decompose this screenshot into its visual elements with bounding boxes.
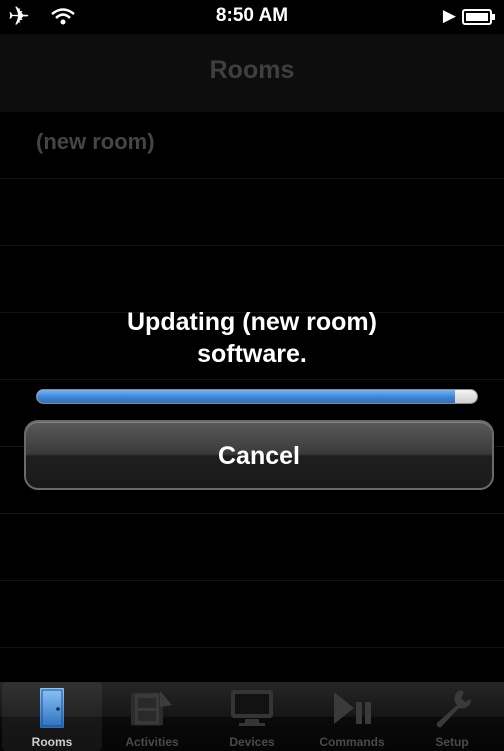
tab-label-activities: Activities — [125, 735, 179, 749]
door-icon — [2, 688, 102, 728]
empty-row — [0, 179, 504, 246]
tab-rooms[interactable]: Rooms — [2, 682, 102, 751]
tab-label-rooms: Rooms — [31, 735, 73, 749]
list-item[interactable]: (new room) — [0, 112, 504, 179]
cancel-button[interactable]: Cancel — [24, 420, 494, 490]
status-bar: ✈ 8:50 AM ▶ — [0, 0, 504, 34]
progress-bar — [36, 389, 478, 404]
progress-message-line1: Updating (new room) — [127, 308, 377, 336]
wrench-icon — [402, 688, 502, 728]
tab-commands[interactable]: Commands — [302, 682, 402, 751]
cancel-button-label: Cancel — [218, 442, 300, 470]
play-pause-icon — [302, 688, 402, 728]
tab-label-devices: Devices — [229, 735, 275, 749]
room-label: (new room) — [36, 129, 155, 154]
progress-message: Updating (new room) software. — [0, 306, 504, 370]
empty-row — [0, 514, 504, 581]
navigation-bar: Rooms — [0, 34, 504, 112]
tab-label-setup: Setup — [435, 735, 469, 749]
empty-row — [0, 581, 504, 648]
tab-bar: Rooms Activities Devices Commands Setup — [0, 682, 504, 751]
page-title: Rooms — [209, 56, 295, 84]
battery-icon — [462, 9, 496, 30]
tab-devices[interactable]: Devices — [202, 682, 302, 751]
play-status-icon: ▶ — [442, 6, 456, 25]
status-time: 8:50 AM — [215, 5, 289, 26]
monitor-icon — [202, 688, 302, 728]
progress-message-line2: software. — [197, 340, 307, 368]
empty-row — [0, 246, 504, 313]
tab-activities[interactable]: Activities — [102, 682, 202, 751]
tab-label-commands: Commands — [319, 735, 385, 749]
tab-setup[interactable]: Setup — [402, 682, 502, 751]
progress-fill — [37, 390, 455, 403]
film-icon — [102, 688, 202, 728]
